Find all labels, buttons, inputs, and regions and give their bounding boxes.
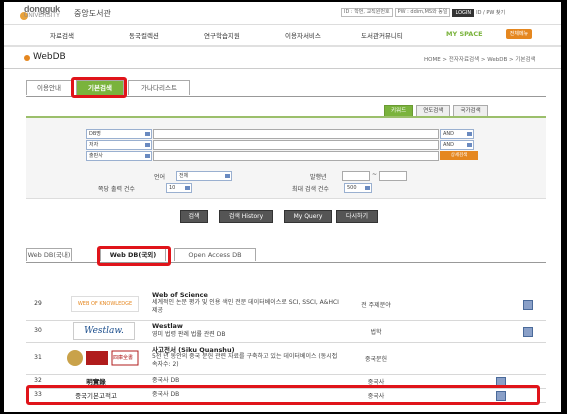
page-header: WebDB HOME > 전자자료검색 > WebDB > 기본검색 xyxy=(4,48,561,69)
field-select-2-value: 저자 xyxy=(89,142,99,148)
main-nav: 자료검색 동국컬렉션 연구학습지원 이용자서비스 도서관커뮤니티 MY SPAC… xyxy=(4,24,561,47)
tab-open-access-db[interactable]: Open Access DB xyxy=(174,248,256,261)
search-input-2[interactable] xyxy=(153,140,439,150)
detail-search-button[interactable]: 상세검색 xyxy=(440,151,478,160)
operator-select-2-value: AND xyxy=(443,142,455,148)
per-page-label: 쪽당 출력 건수 xyxy=(98,186,135,193)
operator-select-2[interactable]: AND xyxy=(440,140,474,150)
row-number: 32 xyxy=(34,377,42,384)
highlight-basic-search xyxy=(71,77,127,98)
westlaw-logo[interactable]: Westlaw. xyxy=(73,322,135,340)
chevron-down-icon xyxy=(145,132,150,136)
search-panel: DB명 AND 저자 AND 출판사 상세검색 언어 전체 발행년 ~ 쪽당 출… xyxy=(26,116,546,199)
nav-item-collection[interactable]: 동국컬렉션 xyxy=(129,30,159,40)
nav-item-user-services[interactable]: 이용자서비스 xyxy=(285,30,321,40)
login-area: ID : 학번, 교직원번호 PW : ddim,MS와 동일 LOGIN ID… xyxy=(341,8,505,17)
db-description: 세계적인 논문 평가 및 인용 색인 전문 데이터베이스로 SCI, SSCI,… xyxy=(152,299,339,314)
field-select-3-value: 출판사 xyxy=(89,153,103,159)
tab-web-db-domestic[interactable]: Web DB(국내) xyxy=(26,248,72,261)
password-field[interactable]: PW : ddim,MS와 동일 xyxy=(394,8,451,17)
search-input-1[interactable] xyxy=(153,129,439,139)
web-of-knowledge-logo[interactable]: WEB OF KNOWLEDGE xyxy=(71,296,139,312)
max-results-label: 최대 검색 건수 xyxy=(292,186,329,193)
page-title: WebDB xyxy=(33,52,66,62)
field-select-1-value: DB명 xyxy=(89,131,101,137)
operator-select-1[interactable]: AND xyxy=(440,129,474,139)
university-logo[interactable]: dongguk UNIVERSITY 중앙도서관 xyxy=(20,4,114,22)
db-category: 전 주제분야 xyxy=(361,302,391,309)
browser-frame: dongguk UNIVERSITY 중앙도서관 ID : 학번, 교직원번호 … xyxy=(4,2,561,412)
top-bar: dongguk UNIVERSITY 중앙도서관 ID : 학번, 교직원번호 … xyxy=(4,2,561,24)
field-select-1[interactable]: DB명 xyxy=(86,129,152,139)
language-select[interactable]: 전체 xyxy=(176,171,232,181)
my-query-button[interactable]: My Query xyxy=(284,210,332,223)
row-number: 30 xyxy=(34,327,42,334)
year-to-input[interactable] xyxy=(379,171,407,181)
chevron-down-icon xyxy=(365,186,370,190)
search-button[interactable]: 검색 xyxy=(180,210,208,223)
language-select-value: 전체 xyxy=(179,173,189,179)
db-title[interactable]: Westlaw xyxy=(152,322,183,330)
table-row: 31 四庫全書 사고전서 (Siku Quanshu) 5천 년 동안의 중국 … xyxy=(26,342,546,375)
field-select-2[interactable]: 저자 xyxy=(86,140,152,150)
login-button[interactable]: LOGIN xyxy=(452,8,475,17)
per-page-select-value: 10 xyxy=(169,185,176,191)
db-title[interactable]: Web of Science xyxy=(152,291,208,299)
field-select-3[interactable]: 출판사 xyxy=(86,151,152,161)
highlight-web-db-foreign xyxy=(97,246,171,266)
full-menu-button[interactable]: 전체메뉴 xyxy=(506,29,532,39)
id-field[interactable]: ID : 학번, 교직원번호 xyxy=(341,8,393,17)
table-row: 29 WEB OF KNOWLEDGE Web of Science 세계적인 … xyxy=(26,288,546,321)
siku-quanshu-logo[interactable]: 四庫全書 xyxy=(66,348,141,366)
db-category: 중국문헌 xyxy=(364,356,388,363)
year-separator: ~ xyxy=(372,171,378,178)
nav-item-community[interactable]: 도서관커뮤니티 xyxy=(361,30,403,40)
logo-subtext: UNIVERSITY xyxy=(24,13,61,19)
chevron-down-icon xyxy=(145,154,150,158)
db-description: 영미 법령 판례 법률 관련 DB xyxy=(152,331,226,338)
bookmark-icon[interactable] xyxy=(523,327,533,337)
db-description: 중국사 DB xyxy=(152,377,180,384)
chevron-down-icon xyxy=(225,174,230,178)
chevron-down-icon xyxy=(145,143,150,147)
highlight-row-33 xyxy=(26,385,540,405)
year-from-input[interactable] xyxy=(342,171,370,181)
id-pw-lookup-link[interactable]: ID / PW 찾기 xyxy=(476,9,505,16)
table-row: 30 Westlaw. Westlaw 영미 법령 판례 법률 관련 DB 법학 xyxy=(26,320,546,343)
chevron-down-icon xyxy=(185,186,190,190)
max-results-select-value: 500 xyxy=(347,185,357,191)
keyword-subtabs: 키워드 연도검색 국가검색 xyxy=(384,105,488,117)
year-label: 발행년 xyxy=(310,174,327,181)
db-description: 5천 년 동안의 중국 문헌 관련 자료를 구축하고 있는 데이터베이스 (동시… xyxy=(152,353,338,368)
siku-logo-text: 四庫全書 xyxy=(113,355,134,361)
bookmark-icon[interactable] xyxy=(523,300,533,310)
nav-item-my-space[interactable]: MY SPACE xyxy=(446,30,483,38)
db-category: 법학 xyxy=(370,329,382,336)
tab-alphabetical-list[interactable]: 가나다리스트 xyxy=(128,80,190,95)
search-history-button[interactable]: 검색 History xyxy=(219,210,273,223)
max-results-select[interactable]: 500 xyxy=(344,183,372,193)
row-number: 29 xyxy=(34,300,42,307)
search-input-3[interactable] xyxy=(153,151,439,161)
nav-item-search[interactable]: 자료검색 xyxy=(50,30,74,40)
tab-guide[interactable]: 이용안내 xyxy=(26,80,72,95)
chevron-down-icon xyxy=(467,132,472,136)
per-page-select[interactable]: 10 xyxy=(166,183,192,193)
library-name: 중앙도서관 xyxy=(74,9,111,18)
language-label: 언어 xyxy=(154,174,166,181)
nav-item-research[interactable]: 연구학습지원 xyxy=(204,30,240,40)
title-bullet-icon xyxy=(24,55,30,61)
operator-select-1-value: AND xyxy=(443,131,455,137)
reset-button[interactable]: 다시하기 xyxy=(336,210,378,223)
breadcrumb: HOME > 전자자료검색 > WebDB > 기본검색 xyxy=(424,57,536,63)
row-number: 31 xyxy=(34,354,42,361)
chevron-down-icon xyxy=(467,143,472,147)
